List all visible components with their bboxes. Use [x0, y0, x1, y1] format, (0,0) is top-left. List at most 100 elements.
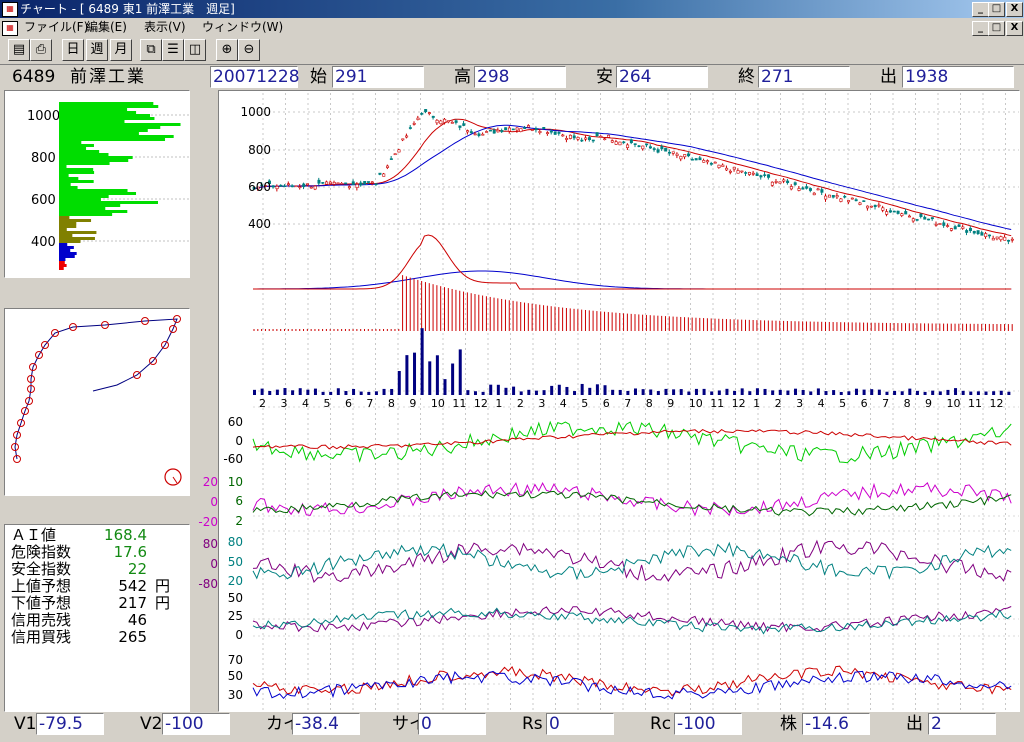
high-field[interactable]: 298 — [474, 66, 566, 88]
monthly-button[interactable]: 月 — [110, 39, 132, 61]
v2-field[interactable]: -100 — [162, 713, 230, 735]
menu-bar: ▦ ファイル(F) 編集(E) 表示(V) ウィンドウ(W) _ □ X — [0, 18, 1024, 36]
candle-body — [755, 173, 759, 177]
date-field[interactable]: 20071228 — [210, 66, 300, 88]
weekly-button[interactable]: 週 — [86, 39, 108, 61]
candle-body — [386, 165, 390, 168]
de-field[interactable]: 2 — [928, 713, 996, 735]
volume-bar — [496, 384, 500, 395]
v1-field[interactable]: -79.5 — [36, 713, 104, 735]
candle-body — [401, 138, 405, 141]
candle-body — [854, 199, 858, 202]
child-restore-button[interactable]: □ — [988, 21, 1005, 36]
ai-row-value: 17.6 — [113, 543, 147, 561]
profile-bar — [59, 180, 94, 183]
month-label: 11 — [710, 397, 724, 410]
volume-bar — [542, 390, 546, 395]
candle-body — [778, 181, 782, 184]
sai-field[interactable]: 0 — [418, 713, 486, 735]
month-label: 11 — [452, 397, 466, 410]
candle-body — [473, 133, 477, 136]
candle-body — [793, 182, 797, 185]
v1-label: V1 — [14, 714, 37, 734]
tile-horizontal-icon[interactable]: ☰ — [162, 39, 184, 61]
candle-body — [873, 204, 877, 208]
profile-bar — [59, 249, 71, 252]
candle-body — [888, 210, 892, 213]
close-field[interactable]: 271 — [758, 66, 850, 88]
open-field[interactable]: 291 — [332, 66, 424, 88]
ai-row-unit: 円 — [155, 594, 171, 612]
tile-vertical-icon[interactable]: ◫ — [184, 39, 206, 61]
volume-bar — [702, 388, 706, 395]
ai-row-value: 168.4 — [104, 526, 147, 544]
candle-body — [275, 186, 279, 190]
menu-file[interactable]: ファイル(F) — [24, 18, 88, 36]
menu-window[interactable]: ウィンドウ(W) — [202, 18, 283, 36]
rs-field[interactable]: 0 — [546, 713, 614, 735]
osc2-left-tick: 20 — [202, 475, 218, 489]
oscillator-line-green — [252, 420, 1012, 464]
volume-bar — [420, 328, 424, 395]
volume-bar — [397, 370, 401, 395]
child-minimize-button[interactable]: _ — [972, 21, 989, 36]
cascade-icon[interactable]: ⧉ — [140, 39, 162, 61]
kabu-field[interactable]: -14.6 — [802, 713, 870, 735]
kai-field[interactable]: -38.4 — [292, 713, 360, 735]
candle-body — [805, 186, 809, 189]
month-label: 3 — [280, 397, 287, 410]
zoom-out-icon[interactable]: ⊖ — [238, 39, 260, 61]
low-field[interactable]: 264 — [616, 66, 708, 88]
candle-body — [576, 137, 580, 140]
candle-body — [835, 195, 839, 198]
rc-field[interactable]: -100 — [674, 713, 742, 735]
close-button[interactable]: X — [1006, 2, 1023, 17]
candle-body — [706, 160, 710, 163]
candle-body — [652, 148, 656, 150]
maximize-button[interactable]: □ — [988, 2, 1005, 17]
rs-label: Rs — [522, 714, 543, 734]
volume-bar — [854, 388, 858, 395]
candle-body — [626, 144, 630, 148]
candle-body — [816, 188, 820, 191]
child-close-button[interactable]: X — [1006, 21, 1023, 36]
volume-bar — [527, 389, 531, 395]
volume-field[interactable]: 1938 — [902, 66, 1014, 88]
v2-label: V2 — [140, 714, 163, 734]
candle-body — [763, 174, 767, 176]
volume-bar — [550, 385, 554, 395]
menu-view[interactable]: 表示(V) — [144, 18, 186, 36]
quote-bar: 6489 前澤工業 20071228 始 291 高 298 安 264 終 2… — [0, 66, 1024, 88]
volume-bar — [428, 361, 432, 395]
candle-body — [965, 230, 969, 233]
profile-bar — [59, 156, 133, 159]
menu-edit[interactable]: 編集(E) — [86, 18, 127, 36]
price-axis-label: 800 — [248, 143, 271, 157]
open-file-icon[interactable]: ▤ — [8, 39, 30, 61]
zoom-in-icon[interactable]: ⊕ — [216, 39, 238, 61]
minimize-button[interactable]: _ — [972, 2, 989, 17]
ai-row-label: 上値予想 — [11, 577, 72, 595]
osc2-right-axis-label: 6 — [235, 494, 243, 508]
candle-body — [447, 120, 451, 123]
candle-body — [374, 183, 378, 185]
candle-body — [271, 185, 275, 188]
profile-bar — [59, 141, 82, 144]
candle-body — [500, 130, 504, 133]
candle-body — [355, 184, 359, 188]
daily-button[interactable]: 日 — [62, 39, 84, 61]
month-label: 10 — [689, 397, 703, 410]
print-icon[interactable]: ⎙ — [30, 39, 52, 61]
candle-body — [546, 132, 550, 134]
indicator-status-bar: V1 -79.5 V2 -100 カイ -38.4 サイ 0 Rs 0 Rc -… — [0, 712, 1024, 738]
candle-body — [382, 173, 386, 177]
profile-bar — [59, 207, 106, 210]
volume-bar — [694, 388, 698, 395]
osc5-axis-label: 70 — [228, 653, 243, 667]
candle-body — [580, 139, 584, 142]
profile-bar — [59, 231, 97, 234]
volume-bar — [634, 388, 637, 395]
candle-body — [607, 134, 611, 138]
profile-bar — [59, 132, 139, 135]
volume-bar — [504, 387, 508, 395]
